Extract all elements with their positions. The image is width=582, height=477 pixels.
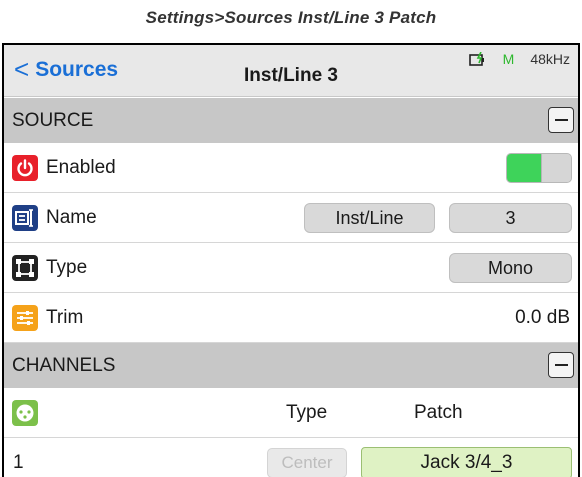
trim-value[interactable]: 0.0 dB: [515, 307, 570, 329]
sliders-icon: [12, 305, 38, 331]
page-title: Inst/Line 3: [244, 65, 338, 86]
channel-type-button[interactable]: Center: [267, 448, 347, 477]
sample-rate: 48kHz: [530, 51, 570, 67]
power-icon: [12, 155, 38, 181]
section-title-source: SOURCE: [12, 109, 94, 131]
type-select-button[interactable]: Mono: [449, 253, 572, 283]
name-tag-icon: [12, 205, 38, 231]
column-header-type: Type: [286, 401, 328, 423]
section-title-channels: CHANNELS: [12, 354, 116, 376]
trim-label: Trim: [46, 306, 84, 328]
table-row: 1 Center Jack 3/4_3: [4, 438, 578, 477]
name-number-button[interactable]: 3: [449, 203, 572, 233]
enabled-label: Enabled: [46, 156, 116, 178]
collapse-source-button[interactable]: [548, 107, 574, 133]
type-label: Type: [46, 256, 88, 278]
device-screen: < Sources Inst/Line 3 M 48kHz SOURCE Ena…: [2, 43, 580, 477]
toggle-fill: [507, 154, 541, 182]
row-trim: Trim 0.0 dB: [4, 293, 578, 343]
row-name: Name Inst/Line 3: [4, 193, 578, 243]
xlr-connector-icon: [12, 400, 38, 426]
status-bar: M 48kHz: [468, 51, 570, 67]
battery-charging-icon: [468, 51, 487, 66]
name-prefix-button[interactable]: Inst/Line: [304, 203, 435, 233]
frame-icon: [12, 255, 38, 281]
channels-header-row: Type Patch: [4, 388, 578, 438]
mode-indicator: M: [502, 51, 515, 67]
section-header-source: SOURCE: [4, 98, 578, 143]
nav-bar: < Sources Inst/Line 3 M 48kHz: [4, 45, 578, 97]
row-enabled: Enabled: [4, 143, 578, 193]
row-type: Type Mono: [4, 243, 578, 293]
collapse-channels-button[interactable]: [548, 352, 574, 378]
enabled-toggle[interactable]: [506, 153, 572, 183]
name-label: Name: [46, 206, 97, 228]
section-header-channels: CHANNELS: [4, 343, 578, 388]
toggle-knob: [541, 154, 571, 182]
column-header-patch: Patch: [414, 401, 463, 423]
page-caption: Settings>Sources Inst/Line 3 Patch: [145, 8, 437, 27]
channel-patch-button[interactable]: Jack 3/4_3: [361, 447, 572, 477]
channel-index: 1: [13, 452, 24, 473]
